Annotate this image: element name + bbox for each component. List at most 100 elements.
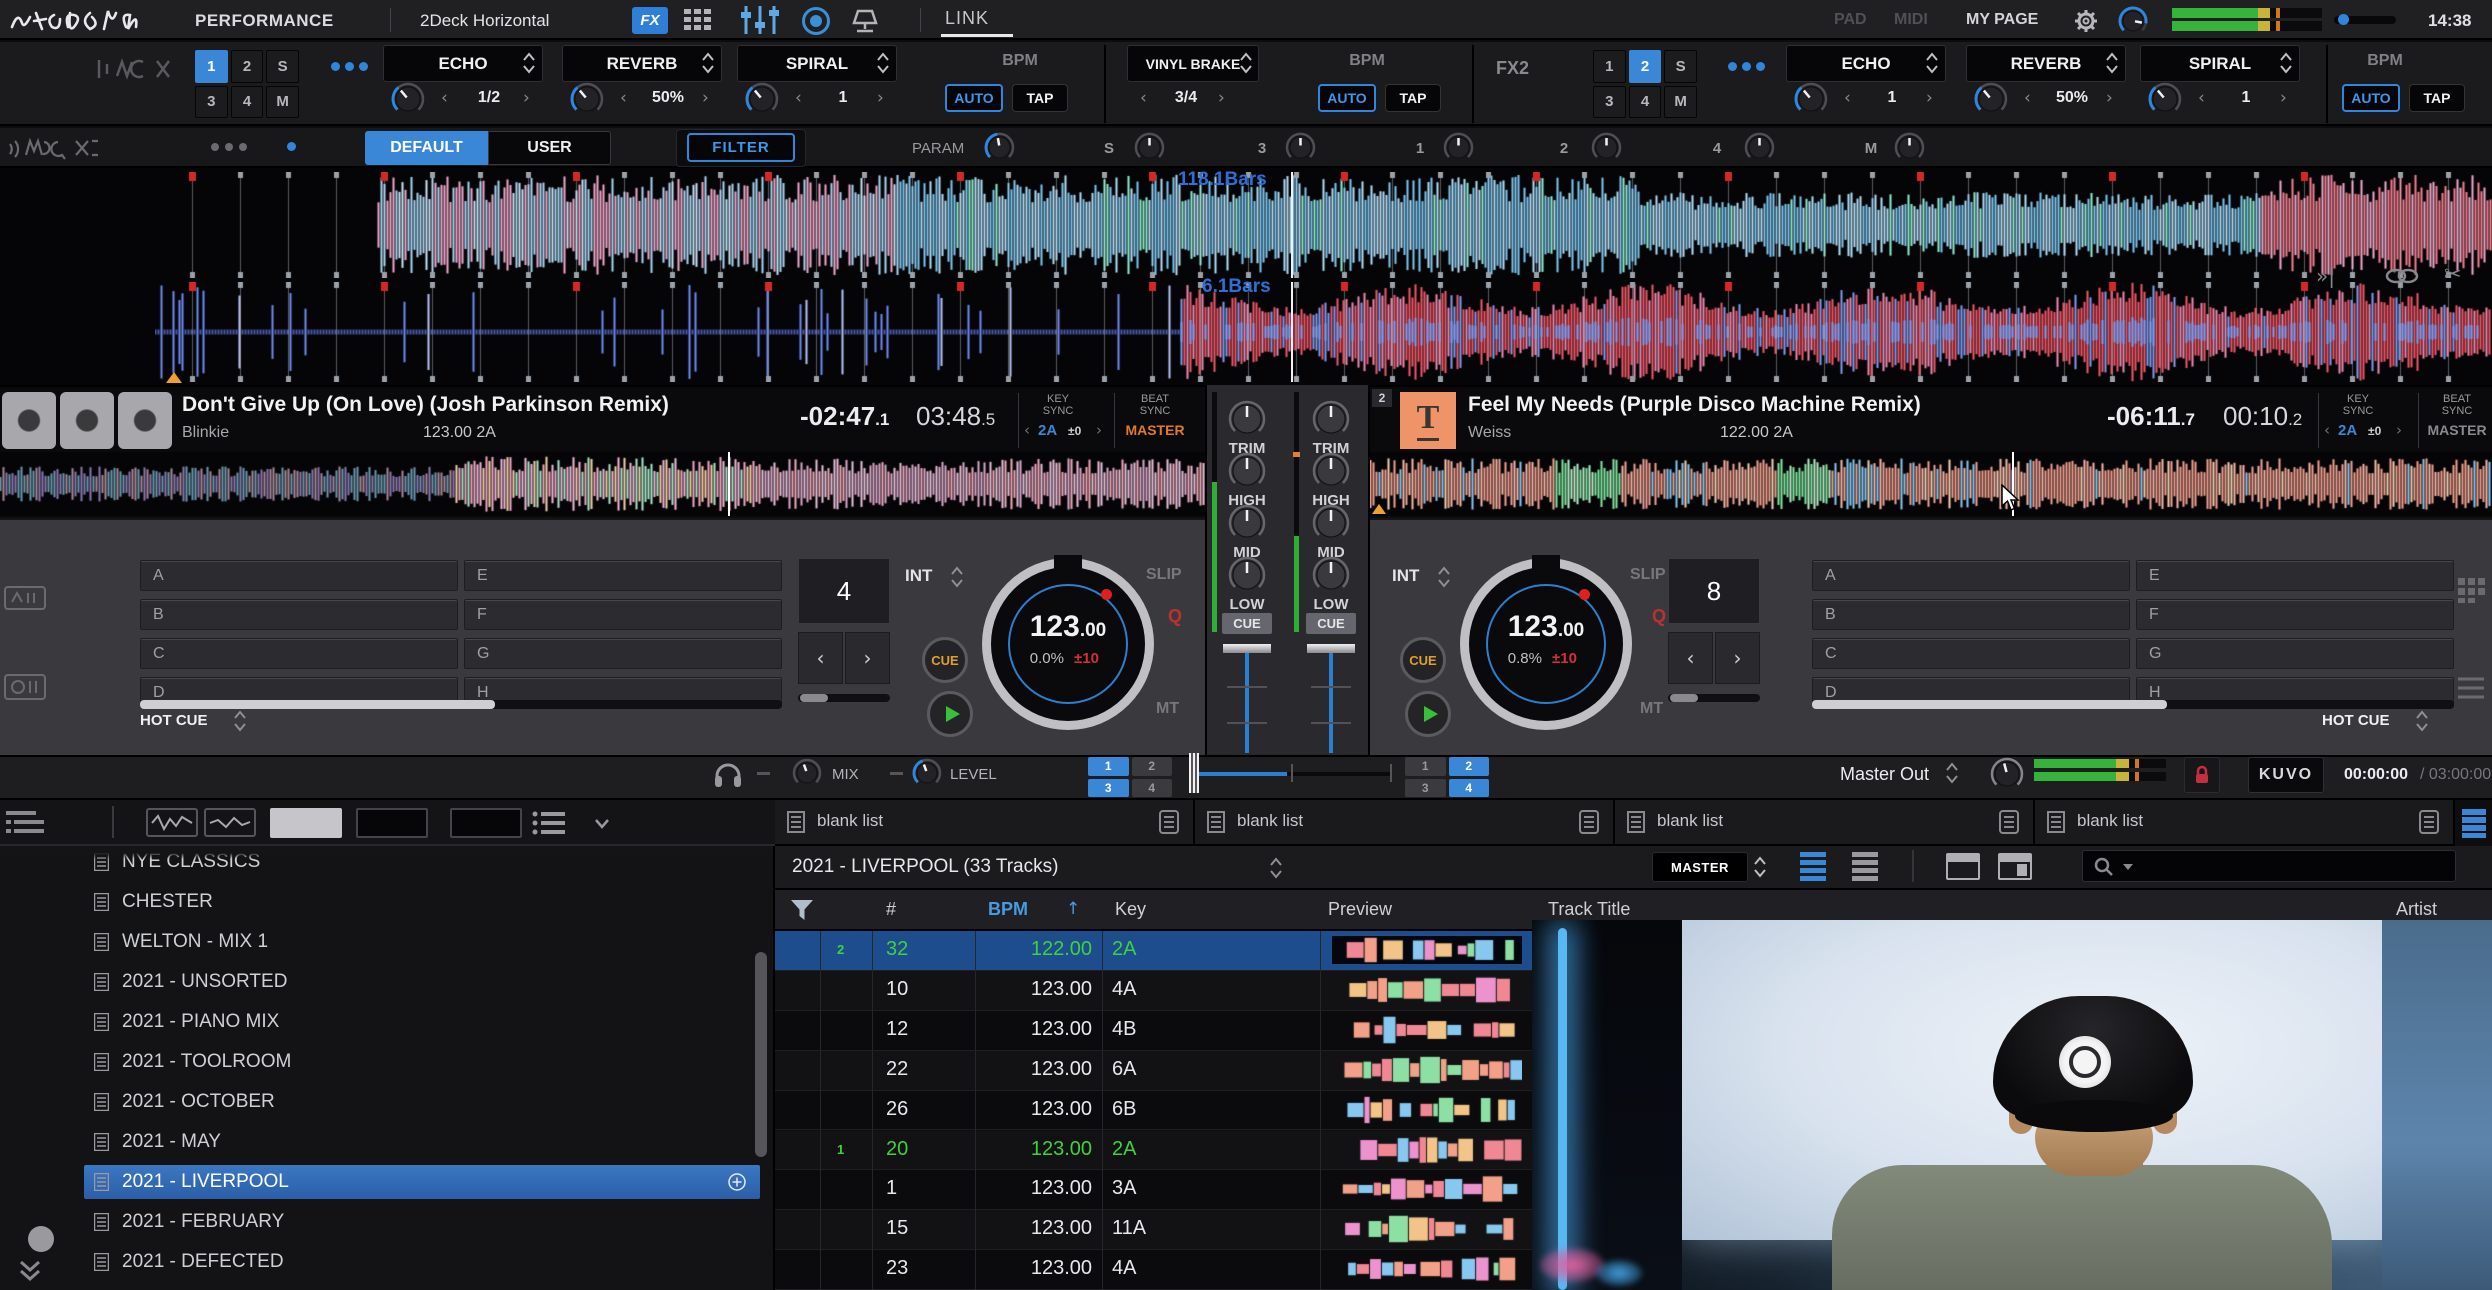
rec-lock-button[interactable] [2184, 757, 2220, 793]
tab-row-right-icon[interactable] [2462, 808, 2486, 838]
deck2-track-overview[interactable] [1370, 452, 2492, 516]
crossfader-handle[interactable] [1189, 753, 1199, 793]
deck2-hot-cue-pad-f[interactable]: F [2136, 599, 2454, 630]
color-swatch-dark-2[interactable] [450, 808, 522, 838]
deck1-beat-jump-forward[interactable]: › [845, 632, 890, 684]
mixer-ch2-fader-track[interactable] [1329, 653, 1333, 753]
fx2-param-dec-2[interactable]: ‹ [2198, 88, 2214, 110]
mixer-ch2-mid-knob[interactable] [1312, 504, 1350, 542]
fx2-more-dots[interactable] [1728, 62, 1774, 74]
fx1-param-dec-1[interactable]: ‹ [620, 88, 636, 110]
master-filter-chevrons[interactable] [1752, 854, 1768, 880]
deck2-int-mode-label[interactable]: INT [1392, 566, 1419, 586]
fx2-slot-0-chevrons[interactable] [1924, 50, 1940, 76]
search-input[interactable] [2082, 850, 2456, 882]
fx1-param-dec-0[interactable]: ‹ [441, 88, 457, 110]
lighting-icon[interactable] [848, 7, 882, 35]
headphone-assign-left-2[interactable]: 2 [1132, 757, 1173, 776]
deck2-beat-jump-thumb[interactable] [1670, 694, 1698, 702]
link-button[interactable]: LINK [945, 8, 1015, 36]
sampler-grid-icon[interactable] [682, 7, 714, 34]
fx1-slot-select-1[interactable]: REVERB [562, 45, 722, 82]
list-layout-icon-active[interactable] [1800, 851, 1826, 881]
fx2-param-inc-2[interactable]: › [2280, 88, 2296, 110]
master-out-chevrons[interactable] [1944, 760, 1960, 786]
sidebar-bottom-dot[interactable] [28, 1226, 54, 1252]
row-preview-waveform[interactable] [1332, 936, 1522, 964]
chevron-down-icon[interactable] [592, 815, 612, 831]
filter-button[interactable]: FILTER [687, 133, 795, 162]
deck1-hot-cue-pad-a[interactable]: A [140, 560, 458, 591]
user-bank-button[interactable]: USER [488, 131, 611, 165]
release-fx-dec[interactable]: ‹ [1140, 88, 1156, 110]
deck1-key-sync-control[interactable]: ‹ 2A ±0 › [1024, 420, 1108, 442]
fx2-bpm-auto-button[interactable]: AUTO [2342, 84, 2400, 112]
fx2-slot-select-0[interactable]: ECHO [1786, 45, 1946, 82]
row-preview-waveform[interactable] [1332, 1096, 1522, 1124]
fx1-channel-2[interactable]: 2 [231, 50, 264, 83]
deck1-beat-jump-thumb[interactable] [800, 694, 828, 702]
default-bank-button[interactable]: DEFAULT [365, 131, 488, 165]
deck2-waveform[interactable] [155, 282, 2492, 382]
fx1-channel-4[interactable]: 4 [231, 86, 264, 119]
deck1-pad-mode-label[interactable]: HOT CUE [140, 712, 208, 729]
deck1-play-button[interactable] [927, 691, 973, 737]
column-header-bpm[interactable]: BPM [988, 899, 1028, 920]
fx1-channel-M[interactable]: M [266, 86, 299, 119]
deck2-int-chevrons[interactable] [1436, 564, 1452, 590]
fx2-slot-select-2[interactable]: SPIRAL [2140, 45, 2300, 82]
master-volume-knob[interactable] [2118, 6, 2148, 36]
deck2-hot-cue-pad-b[interactable]: B [1812, 599, 2130, 630]
mixer-ch1-low-knob[interactable] [1228, 556, 1266, 594]
my-page-button[interactable]: MY PAGE [1966, 11, 2038, 29]
sidebar-item-2021-liverpool[interactable]: 2021 - LIVERPOOL [84, 1165, 760, 1199]
row-preview-waveform[interactable] [1332, 1136, 1522, 1164]
deck1-beat-jump-back[interactable]: ‹ [798, 632, 843, 684]
column-header-preview[interactable]: Preview [1328, 899, 1392, 920]
deck1-pad-scrollbar-thumb[interactable] [140, 700, 495, 709]
fx2-channel-1[interactable]: 1 [1593, 50, 1626, 83]
sidebar-item-chester[interactable]: CHESTER [84, 885, 760, 919]
deck2-jog-wheel[interactable]: 123.000.8%±10 [1460, 558, 1632, 730]
key-dec[interactable]: ‹ [1024, 421, 1030, 439]
tree-view-icon[interactable] [6, 810, 52, 836]
fx1-channel-3[interactable]: 3 [195, 86, 228, 119]
headphone-assign-left-3[interactable]: 3 [1088, 779, 1129, 798]
fx1-slot-select-0[interactable]: ECHO [383, 45, 543, 82]
column-header-artist[interactable]: Artist [2396, 899, 2437, 920]
mixer-ch1-high-knob[interactable] [1228, 452, 1266, 490]
sidebar-item-welton-mix-1[interactable]: WELTON - MIX 1 [84, 925, 760, 959]
blank-list-tab-4[interactable]: blank list [2035, 800, 2455, 846]
deck1-track-overview[interactable] [0, 452, 1205, 516]
fx1-channel-1[interactable]: 1 [195, 50, 228, 83]
sidebar-item-2021-unsorted[interactable]: 2021 - UNSORTED [84, 965, 760, 999]
row-preview-waveform[interactable] [1332, 976, 1522, 1004]
deck1-cue-button[interactable]: CUE [922, 637, 968, 683]
release-fx-chevrons[interactable] [1238, 50, 1254, 76]
fx1-slot-1-chevrons[interactable] [700, 50, 716, 76]
headphone-assign-right-1[interactable]: 1 [1405, 757, 1446, 776]
settings-gear-icon[interactable] [2072, 7, 2100, 35]
deck1-hot-cue-pad-g[interactable]: G [464, 638, 782, 669]
headphone-assign-right-3[interactable]: 3 [1405, 779, 1446, 798]
fx2-param-inc-1[interactable]: › [2106, 88, 2122, 110]
mixer-ch2-cue-button[interactable]: CUE [1306, 613, 1356, 634]
fx2-level-knob-2[interactable] [2148, 82, 2182, 116]
fx1-channel-S[interactable]: S [266, 50, 299, 83]
deck2-album-art[interactable]: T [1400, 392, 1456, 449]
sort-ascending-icon[interactable]: ↑ [1066, 899, 1080, 919]
headphone-assign-right-2[interactable]: 2 [1449, 757, 1490, 776]
fx2-channel-M[interactable]: M [1664, 86, 1697, 119]
mixer-ch2-high-knob[interactable] [1312, 452, 1350, 490]
fx1-slot-0-chevrons[interactable] [521, 50, 537, 76]
mixer-panel-icon[interactable] [738, 4, 782, 36]
fx1-level-knob-2[interactable] [745, 82, 779, 116]
fx2-channel-2[interactable]: 2 [1629, 50, 1662, 83]
deck1-int-mode-label[interactable]: INT [905, 566, 932, 586]
playlist-title[interactable]: 2021 - LIVERPOOL (33 Tracks) [792, 856, 1058, 878]
row-preview-waveform[interactable] [1332, 1255, 1522, 1283]
filter-icon[interactable] [790, 899, 814, 922]
fx2-slot-2-chevrons[interactable] [2278, 50, 2294, 76]
balance-slider[interactable] [2334, 16, 2396, 24]
deck1-art-tile[interactable] [2, 392, 56, 449]
